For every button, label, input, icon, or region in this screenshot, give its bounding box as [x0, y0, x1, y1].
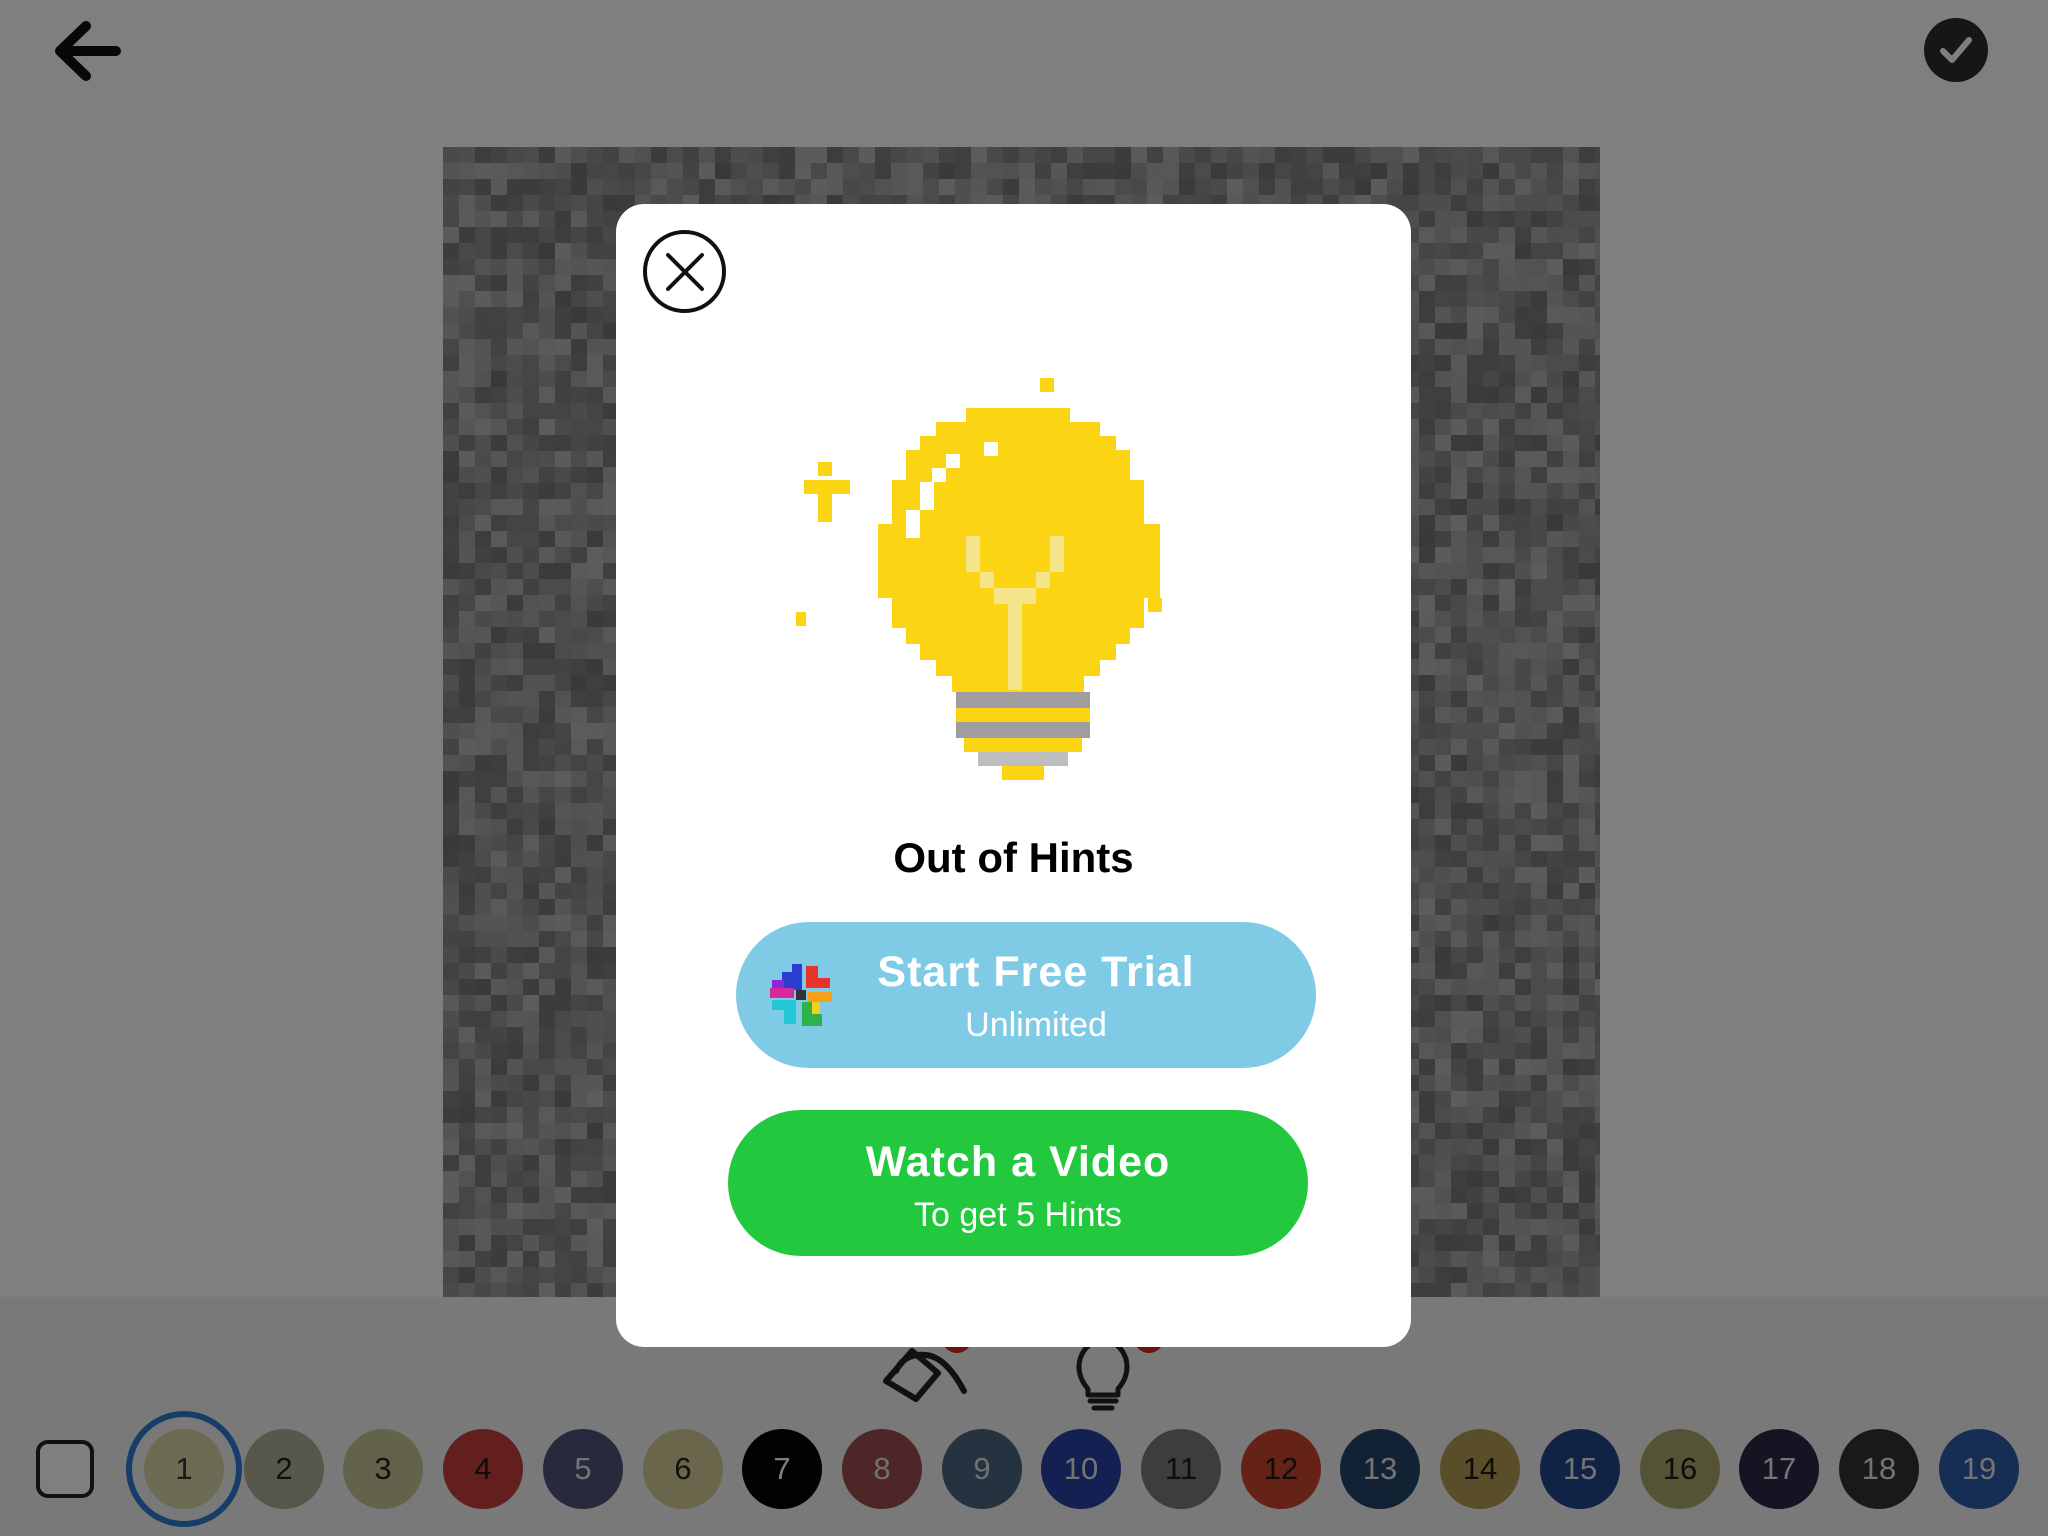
lightbulb-illustration — [796, 378, 1162, 780]
video-button-subtitle: To get 5 Hints — [914, 1196, 1122, 1234]
video-button-title: Watch a Video — [865, 1138, 1171, 1186]
trial-button-title: Start Free Trial — [877, 948, 1195, 996]
close-button[interactable] — [643, 230, 726, 313]
trial-button-subtitle: Unlimited — [965, 1006, 1107, 1044]
close-icon — [666, 253, 704, 291]
start-free-trial-button[interactable]: Start Free Trial Unlimited — [736, 922, 1316, 1068]
dialog-title: Out of Hints — [893, 834, 1134, 881]
watch-video-button[interactable]: Watch a Video To get 5 Hints — [728, 1110, 1308, 1256]
out-of-hints-dialog: Out of Hints Start Free Trial Unlimited … — [616, 204, 1411, 1347]
